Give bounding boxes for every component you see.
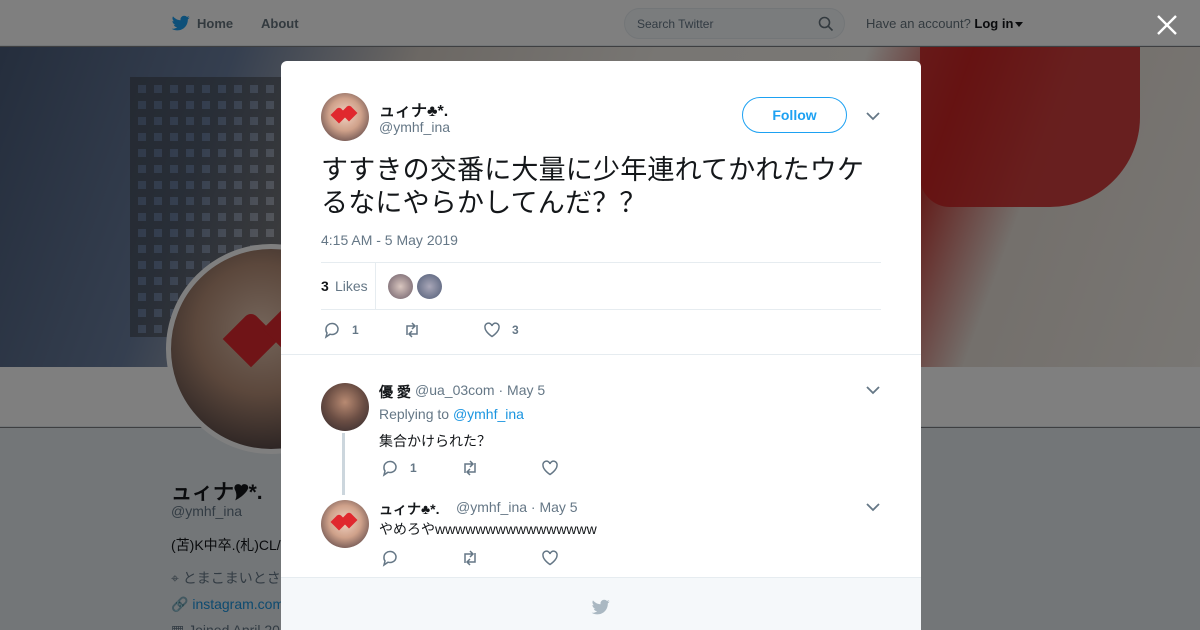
like-icon[interactable] xyxy=(483,321,501,339)
reply-icon[interactable] xyxy=(323,321,341,339)
reply-text: やめろやwwwwwwwwwwwwwwww xyxy=(379,521,597,537)
stats-divider xyxy=(375,263,376,309)
retweet-icon[interactable] xyxy=(403,321,421,339)
reply-text: 集合かけられた？ xyxy=(379,433,491,449)
tweet-actions: 1 3 xyxy=(321,321,621,341)
likes-label[interactable]: Likes xyxy=(335,278,368,294)
retweet-icon[interactable] xyxy=(461,549,479,567)
reply-date[interactable]: · May 5 xyxy=(498,382,545,398)
author-handle[interactable]: @ymhf_ina xyxy=(379,119,450,135)
liker-avatar[interactable] xyxy=(417,274,442,299)
replying-to: Replying to @ymhf_ina xyxy=(379,406,524,422)
reply-author-handle[interactable]: @ymhf_ina xyxy=(456,499,527,515)
chevron-down-icon[interactable] xyxy=(866,386,880,395)
replying-to-link[interactable]: @ymhf_ina xyxy=(453,406,524,422)
thread-line xyxy=(342,433,345,495)
follow-button[interactable]: Follow xyxy=(742,97,847,133)
reply-meta: @ua_03com · May 5 xyxy=(415,382,545,398)
reply-icon[interactable] xyxy=(381,549,399,567)
likes-count[interactable]: 3 xyxy=(321,278,329,294)
tweet-timestamp[interactable]: 4:15 AM - 5 May 2019 xyxy=(321,232,458,248)
tweet-modal: ュィナ♣*. @ymhf_ina Follow すすきの交番に大量に少年連れてか… xyxy=(281,61,921,630)
chevron-down-icon[interactable] xyxy=(866,503,880,512)
tweet-text: すすきの交番に大量に少年連れてかれたウケるなにやらかしてんだ？？ xyxy=(321,155,865,218)
reply-avatar[interactable] xyxy=(321,500,369,548)
author-avatar[interactable] xyxy=(321,93,369,141)
reply-actions: 1 xyxy=(381,459,681,479)
reply-date[interactable]: · May 5 xyxy=(531,499,578,515)
replying-to-prefix: Replying to xyxy=(379,406,450,422)
reply-author-name[interactable]: ュィナ♣*. xyxy=(379,499,440,519)
reply-count: 1 xyxy=(352,323,359,337)
reply-author-name[interactable]: 優 愛 xyxy=(379,382,411,402)
reply-icon[interactable] xyxy=(381,459,399,477)
chevron-down-icon[interactable] xyxy=(866,112,880,121)
liker-avatar[interactable] xyxy=(388,274,413,299)
tweet-stats: 3 Likes xyxy=(321,262,881,310)
close-icon[interactable] xyxy=(1155,13,1179,37)
reply-author-handle[interactable]: @ua_03com xyxy=(415,382,495,398)
like-count: 3 xyxy=(512,323,519,337)
retweet-icon[interactable] xyxy=(461,459,479,477)
modal-footer xyxy=(281,577,921,630)
author-name[interactable]: ュィナ♣*. xyxy=(379,97,448,121)
reply-actions xyxy=(381,549,681,569)
like-icon[interactable] xyxy=(541,459,559,477)
reply-meta: @ymhf_ina · May 5 xyxy=(456,499,578,515)
replies-divider xyxy=(281,354,921,364)
twitter-bird-icon[interactable] xyxy=(591,598,611,616)
reply-avatar[interactable] xyxy=(321,383,369,431)
reply-count: 1 xyxy=(410,461,417,475)
like-icon[interactable] xyxy=(541,549,559,567)
